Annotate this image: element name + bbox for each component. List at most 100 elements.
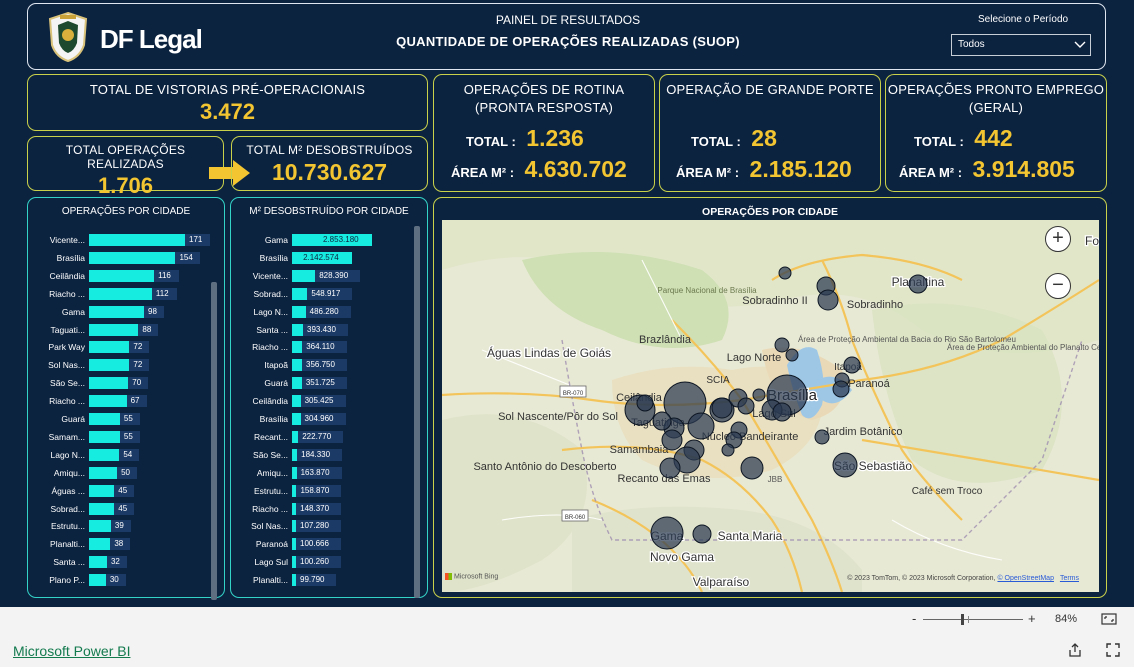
m2-chart-row[interactable]: Santa ... 393.430 bbox=[231, 321, 411, 339]
m2-chart-bar[interactable] bbox=[292, 484, 297, 497]
ops-chart-row[interactable]: Santa ... 32 bbox=[28, 553, 208, 571]
fit-to-page-icon[interactable] bbox=[1101, 613, 1117, 625]
map-viewport[interactable]: PlanaltinaSobradinho IISobradinhoParque … bbox=[442, 220, 1099, 592]
m2-chart-row[interactable]: Gama 2.853.180 bbox=[231, 231, 411, 249]
map-bubble[interactable] bbox=[843, 356, 861, 374]
m2-chart-scrollbar[interactable] bbox=[414, 226, 420, 598]
ops-chart-bar[interactable] bbox=[89, 287, 152, 300]
ops-chart-row[interactable]: Amiqu... 50 bbox=[28, 464, 208, 482]
m2-chart-row[interactable]: Riacho ... 148.370 bbox=[231, 500, 411, 518]
fullscreen-icon[interactable] bbox=[1105, 642, 1121, 658]
map-bubble[interactable] bbox=[774, 337, 790, 353]
map-bubble[interactable] bbox=[832, 452, 858, 478]
ops-chart-row[interactable]: Vicente... 171 bbox=[28, 231, 210, 249]
m2-chart-row[interactable]: Paranoá 100.666 bbox=[231, 535, 411, 553]
ops-chart-row[interactable]: Taguati... 88 bbox=[28, 321, 208, 339]
m2-chart-bar[interactable] bbox=[292, 305, 306, 318]
map-bubble[interactable] bbox=[772, 402, 792, 422]
ops-chart-row[interactable]: Ceilândia 116 bbox=[28, 267, 208, 285]
zoom-slider-thumb[interactable] bbox=[961, 614, 964, 625]
m2-chart-row[interactable]: Riacho ... 364.110 bbox=[231, 338, 411, 356]
m2-chart-row[interactable]: São Se... 184.330 bbox=[231, 446, 411, 464]
map-bubble[interactable] bbox=[636, 394, 654, 412]
m2-chart-bar[interactable] bbox=[292, 413, 301, 425]
map-bubble[interactable] bbox=[692, 524, 712, 544]
map-bubble[interactable] bbox=[785, 348, 799, 362]
m2-chart-bar[interactable] bbox=[292, 556, 296, 569]
share-icon[interactable] bbox=[1067, 642, 1083, 658]
ops-chart-bar[interactable] bbox=[89, 556, 107, 569]
m2-chart-row[interactable]: Sobrad... 548.917 bbox=[231, 285, 411, 303]
ops-chart-bar[interactable] bbox=[89, 466, 118, 479]
ops-chart-bar[interactable] bbox=[89, 538, 111, 551]
osm-link[interactable]: © OpenStreetMap bbox=[997, 575, 1054, 582]
map-bubble[interactable] bbox=[659, 457, 681, 479]
ops-chart-bar[interactable] bbox=[89, 484, 115, 497]
ops-chart-row[interactable]: Plano P... 30 bbox=[28, 571, 208, 589]
map-bubble[interactable] bbox=[778, 266, 792, 280]
ops-chart-bar[interactable] bbox=[89, 395, 127, 408]
m2-chart-bar[interactable] bbox=[292, 502, 297, 515]
ops-chart-row[interactable]: Sobrad... 45 bbox=[28, 500, 208, 518]
m2-chart-row[interactable]: Amiqu... 163.870 bbox=[231, 464, 411, 482]
map-bubble[interactable] bbox=[650, 516, 684, 550]
ops-chart-row[interactable]: Planalti... 38 bbox=[28, 535, 208, 553]
map-bubble[interactable] bbox=[817, 289, 839, 311]
m2-chart-row[interactable]: Guará 351.725 bbox=[231, 374, 411, 392]
m2-chart-bar[interactable] bbox=[292, 574, 296, 587]
map-bubble[interactable] bbox=[832, 380, 850, 398]
ops-chart-row[interactable]: Águas ... 45 bbox=[28, 482, 208, 500]
ops-chart-row[interactable]: Gama 98 bbox=[28, 303, 208, 321]
map-bubble[interactable] bbox=[661, 429, 683, 451]
m2-chart-row[interactable]: Itapoã 356.750 bbox=[231, 356, 411, 374]
map-bubble[interactable] bbox=[814, 429, 830, 445]
m2-chart-row[interactable]: Lago Sul 100.260 bbox=[231, 553, 411, 571]
m2-chart-bar[interactable] bbox=[292, 287, 308, 300]
zoom-minus-button[interactable]: - bbox=[912, 611, 916, 626]
m2-chart-row[interactable]: Estrutu... 158.870 bbox=[231, 482, 411, 500]
map-bubble[interactable] bbox=[740, 456, 764, 480]
ops-chart-row[interactable]: São Se... 70 bbox=[28, 374, 208, 392]
ops-chart-row[interactable]: Estrutu... 39 bbox=[28, 517, 208, 535]
m2-chart-row[interactable]: Sol Nas... 107.280 bbox=[231, 517, 411, 535]
powerbi-link[interactable]: Microsoft Power BI bbox=[13, 643, 130, 659]
map-bubble[interactable] bbox=[737, 397, 755, 415]
ops-chart-bar[interactable] bbox=[89, 430, 120, 443]
map-bubble[interactable] bbox=[687, 412, 715, 440]
period-dropdown[interactable]: Todos bbox=[951, 34, 1091, 56]
m2-chart-bar[interactable] bbox=[292, 430, 299, 443]
map-bubble[interactable] bbox=[752, 388, 766, 402]
m2-chart-bar[interactable] bbox=[292, 448, 298, 461]
m2-chart-row[interactable]: Brasília 304.960 bbox=[231, 410, 411, 428]
ops-chart-bar[interactable] bbox=[89, 448, 120, 461]
ops-chart-bar[interactable] bbox=[89, 502, 115, 515]
ops-chart-row[interactable]: Sol Nas... 72 bbox=[28, 356, 208, 374]
ops-chart-row[interactable]: Riacho ... 112 bbox=[28, 285, 208, 303]
map-bubble[interactable] bbox=[908, 274, 928, 294]
m2-chart-bar[interactable] bbox=[292, 323, 304, 336]
terms-link[interactable]: Terms bbox=[1060, 575, 1079, 582]
zoom-out-button[interactable]: − bbox=[1045, 273, 1071, 299]
zoom-slider[interactable] bbox=[923, 614, 1023, 625]
ops-chart-bar[interactable] bbox=[89, 323, 139, 336]
ops-chart-row[interactable]: Lago N... 54 bbox=[28, 446, 208, 464]
ops-chart-row[interactable]: Samam... 55 bbox=[28, 428, 208, 446]
m2-chart-bar[interactable] bbox=[292, 466, 297, 479]
m2-chart-bar[interactable] bbox=[292, 377, 302, 390]
m2-chart-row[interactable]: Vicente... 828.390 bbox=[231, 267, 411, 285]
ops-chart-bar[interactable] bbox=[89, 341, 130, 354]
m2-chart-bar[interactable] bbox=[292, 520, 296, 533]
map-bubble[interactable] bbox=[652, 411, 672, 431]
ops-chart-bar[interactable] bbox=[89, 234, 185, 246]
m2-chart-row[interactable]: Lago N... 486.280 bbox=[231, 303, 411, 321]
ops-chart-bar[interactable] bbox=[89, 520, 111, 533]
zoom-in-button[interactable]: + bbox=[1045, 226, 1071, 252]
ops-chart-row[interactable]: Guará 55 bbox=[28, 410, 208, 428]
ops-chart-bar[interactable] bbox=[89, 305, 145, 318]
ops-chart-bar[interactable] bbox=[89, 377, 129, 390]
m2-chart-row[interactable]: Recant... 222.770 bbox=[231, 428, 411, 446]
ops-chart-bar[interactable] bbox=[89, 413, 120, 425]
m2-chart-row[interactable]: Planalti... 99.790 bbox=[231, 571, 411, 589]
ops-chart-bar[interactable] bbox=[89, 269, 155, 282]
ops-chart-bar[interactable] bbox=[89, 251, 176, 264]
